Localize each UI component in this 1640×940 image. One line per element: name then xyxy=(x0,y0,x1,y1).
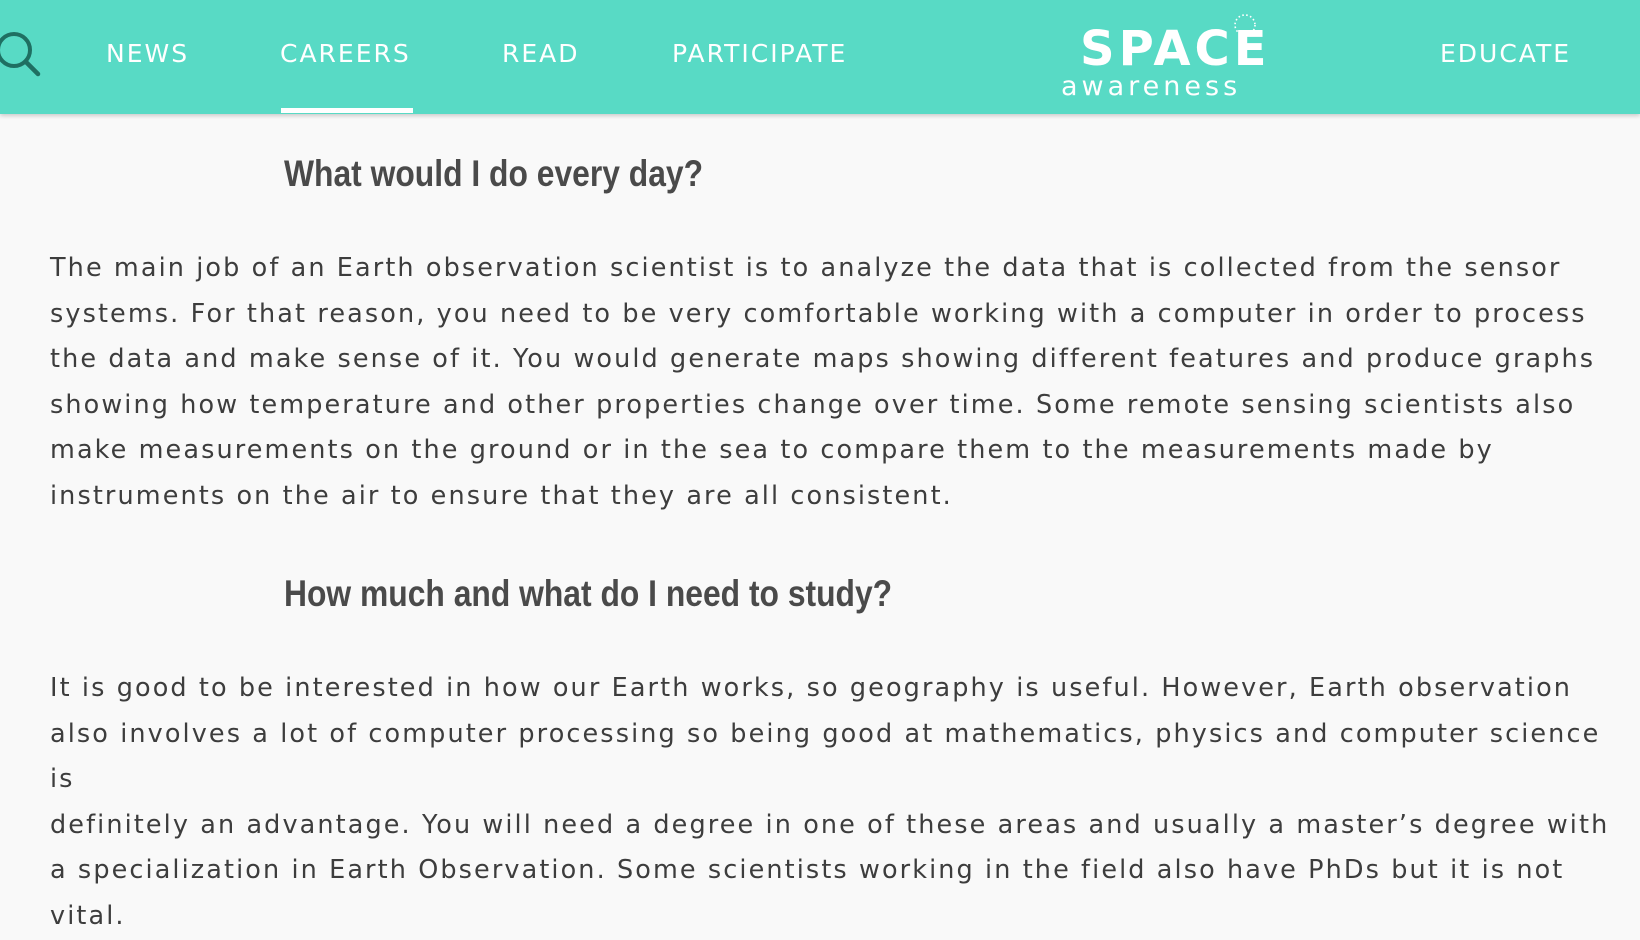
section-body-study: It is good to be interested in how our E… xyxy=(50,673,1610,931)
search-button[interactable] xyxy=(0,28,44,80)
nav-educate[interactable]: EDUCATE xyxy=(1440,34,1571,74)
nav-news[interactable]: NEWS xyxy=(106,34,189,74)
article-content: What would I do every day? The main job … xyxy=(0,114,1640,931)
logo-subtitle: awareness xyxy=(1061,71,1242,102)
search-icon xyxy=(0,32,41,77)
active-nav-indicator xyxy=(281,108,413,113)
section-heading-daily-work: What would I do every day? xyxy=(284,153,704,194)
top-navigation-bar: NEWS CAREERS READ PARTICIPATE SPACE awar… xyxy=(0,0,1640,114)
nav-participate[interactable]: PARTICIPATE xyxy=(672,34,847,74)
nav-careers[interactable]: CAREERS xyxy=(280,34,411,74)
space-awareness-logo[interactable]: SPACE awareness xyxy=(1050,10,1267,106)
section-body-daily-work: The main job of an Earth observation sci… xyxy=(50,253,1596,511)
section-heading-study: How much and what do I need to study? xyxy=(284,573,893,614)
dotted-ring-icon xyxy=(1234,14,1256,36)
nav-read[interactable]: READ xyxy=(502,34,580,74)
